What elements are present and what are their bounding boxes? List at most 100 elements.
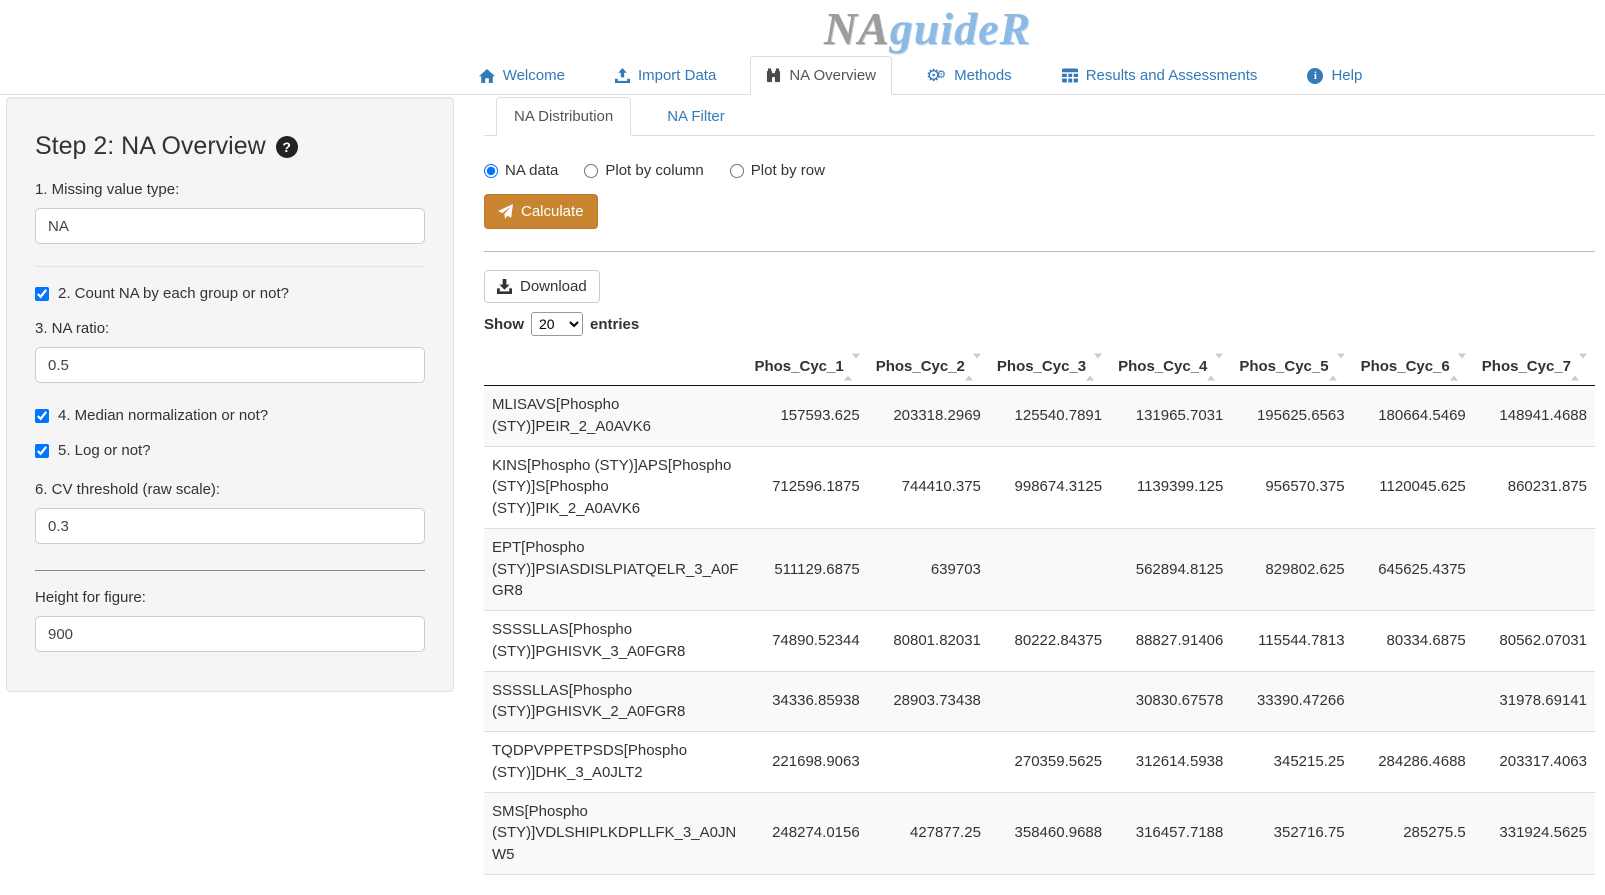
value-cell: 744410.375 bbox=[868, 446, 989, 528]
calculate-button-label: Calculate bbox=[521, 203, 584, 220]
value-cell: 511129.6875 bbox=[746, 528, 867, 610]
sort-desc-icon bbox=[1094, 353, 1102, 375]
column-header-label: Phos_Cyc_2 bbox=[876, 358, 965, 375]
value-cell: 74890.52344 bbox=[746, 611, 867, 672]
value-cell: 80562.07031 bbox=[1474, 611, 1595, 672]
sort-carets-icon[interactable] bbox=[1207, 358, 1223, 375]
sidebar-divider-dark bbox=[35, 570, 425, 571]
radio-na-data[interactable]: NA data bbox=[484, 162, 558, 179]
nav-label: Welcome bbox=[503, 67, 565, 84]
value-cell: 312614.5938 bbox=[1110, 732, 1231, 793]
figure-height-input[interactable] bbox=[35, 616, 425, 652]
entries-label: entries bbox=[590, 316, 639, 333]
value-cell: 34336.85938 bbox=[746, 671, 867, 732]
nav-tab-na-overview[interactable]: NA Overview bbox=[750, 56, 892, 94]
value-cell: 860231.875 bbox=[1474, 446, 1595, 528]
table-header: Phos_Cyc_1 Phos_Cyc_2 Phos_Cyc_3 Phos_Cyc_4… bbox=[484, 348, 1595, 386]
radio-plot-by-row-input[interactable] bbox=[730, 164, 744, 178]
radio-plot-by-column-input[interactable] bbox=[584, 164, 598, 178]
app-header: NAguideR bbox=[125, 0, 1605, 56]
question-circle-icon[interactable]: ? bbox=[276, 136, 298, 158]
value-cell: 316457.7188 bbox=[1110, 792, 1231, 874]
sort-carets-icon[interactable] bbox=[965, 358, 981, 375]
download-button[interactable]: Download bbox=[484, 270, 600, 303]
main-nav: Welcome Import Data NA Overview bbox=[0, 56, 1605, 95]
sort-asc-icon bbox=[1207, 358, 1215, 380]
value-cell: 30830.67578 bbox=[1110, 671, 1231, 732]
value-cell: 195625.6563 bbox=[1231, 386, 1352, 447]
row-id-cell: SSSSLLAS[Phospho (STY)]PGHISVK_3_A0FGR8 bbox=[484, 611, 746, 672]
log-or-not-checkbox[interactable] bbox=[35, 444, 49, 458]
nav-tab-import-data[interactable]: Import Data bbox=[599, 56, 732, 94]
na-ratio-input[interactable] bbox=[35, 347, 425, 383]
calculate-button[interactable]: Calculate bbox=[484, 194, 598, 229]
sort-asc-icon bbox=[1571, 358, 1579, 380]
value-cell: 331924.5625 bbox=[1474, 792, 1595, 874]
value-cell: 131965.7031 bbox=[1110, 386, 1231, 447]
cv-threshold-label: 6. CV threshold (raw scale): bbox=[35, 481, 425, 498]
value-cell: 639703 bbox=[868, 528, 989, 610]
cv-threshold-input[interactable] bbox=[35, 508, 425, 544]
radio-na-data-input[interactable] bbox=[484, 164, 498, 178]
table-row: SSSSLLAS[Phospho (STY)]PGHISVK_2_A0FGR83… bbox=[484, 671, 1595, 732]
tab-na-filter[interactable]: NA Filter bbox=[649, 97, 743, 136]
row-id-cell: TQDPVPPETPSDS[Phospho (STY)]DHK_3_A0JLT2 bbox=[484, 732, 746, 793]
value-cell: 956570.375 bbox=[1231, 446, 1352, 528]
table-icon bbox=[1062, 68, 1078, 83]
sort-carets-icon[interactable] bbox=[844, 358, 860, 375]
radio-plot-by-row[interactable]: Plot by row bbox=[730, 162, 825, 179]
column-header-phos_cyc_1[interactable]: Phos_Cyc_1 bbox=[746, 348, 867, 386]
nav-tab-results-assessments[interactable]: Results and Assessments bbox=[1046, 56, 1274, 94]
sort-carets-icon[interactable] bbox=[1450, 358, 1466, 375]
sidebar-title: Step 2: NA Overview ? bbox=[35, 132, 425, 161]
column-header-phos_cyc_5[interactable]: Phos_Cyc_5 bbox=[1231, 348, 1352, 386]
value-cell bbox=[989, 671, 1110, 732]
table-row: MLISAVS[Phospho (STY)]PEIR_2_A0AVK615759… bbox=[484, 386, 1595, 447]
nav-tab-welcome[interactable]: Welcome bbox=[463, 56, 581, 94]
sort-carets-icon[interactable] bbox=[1571, 358, 1587, 375]
sort-desc-icon bbox=[973, 353, 981, 375]
column-header-phos_cyc_4[interactable]: Phos_Cyc_4 bbox=[1110, 348, 1231, 386]
home-icon bbox=[479, 69, 495, 83]
column-header-label: Phos_Cyc_6 bbox=[1361, 358, 1450, 375]
column-header-phos_cyc_2[interactable]: Phos_Cyc_2 bbox=[868, 348, 989, 386]
median-normalization-checkbox[interactable] bbox=[35, 409, 49, 423]
page-size-select[interactable]: 20 bbox=[531, 312, 583, 336]
value-cell: 285275.5 bbox=[1353, 792, 1474, 874]
row-header-column[interactable] bbox=[484, 348, 746, 386]
value-cell: 31978.69141 bbox=[1474, 671, 1595, 732]
column-header-phos_cyc_3[interactable]: Phos_Cyc_3 bbox=[989, 348, 1110, 386]
value-cell: 829802.625 bbox=[1231, 528, 1352, 610]
column-header-phos_cyc_6[interactable]: Phos_Cyc_6 bbox=[1353, 348, 1474, 386]
sort-desc-icon bbox=[852, 353, 860, 375]
tab-na-distribution[interactable]: NA Distribution bbox=[496, 97, 631, 136]
column-header-label: Phos_Cyc_5 bbox=[1239, 358, 1328, 375]
logo-text-guider: guideR bbox=[890, 3, 1031, 54]
value-cell: 80801.82031 bbox=[868, 611, 989, 672]
sort-asc-icon bbox=[965, 358, 973, 380]
nav-label: Results and Assessments bbox=[1086, 67, 1258, 84]
value-cell: 352716.75 bbox=[1231, 792, 1352, 874]
column-header-label: Phos_Cyc_3 bbox=[997, 358, 1086, 375]
sort-desc-icon bbox=[1579, 353, 1587, 375]
sub-tabbar: NA Distribution NA Filter bbox=[484, 97, 1595, 136]
column-header-phos_cyc_7[interactable]: Phos_Cyc_7 bbox=[1474, 348, 1595, 386]
radio-plot-by-column[interactable]: Plot by column bbox=[584, 162, 703, 179]
entries-control: Show 20 entries bbox=[484, 312, 1595, 336]
count-na-group-checkbox[interactable] bbox=[35, 287, 49, 301]
sort-carets-icon[interactable] bbox=[1086, 358, 1102, 375]
sort-carets-icon[interactable] bbox=[1329, 358, 1345, 375]
value-cell: 645625.4375 bbox=[1353, 528, 1474, 610]
median-normalization-row: 4. Median normalization or not? bbox=[35, 407, 425, 424]
nav-label: Import Data bbox=[638, 67, 716, 84]
table-row: TQDPVPPETPSDS[Phospho (STY)]DHK_3_A0JLT2… bbox=[484, 732, 1595, 793]
nav-tab-help[interactable]: i Help bbox=[1291, 56, 1378, 94]
value-cell bbox=[989, 528, 1110, 610]
nav-tab-methods[interactable]: ⚙⚙ Methods bbox=[910, 56, 1028, 94]
paper-plane-icon bbox=[498, 204, 513, 219]
value-cell: 180664.5469 bbox=[1353, 386, 1474, 447]
row-id-cell: EPT[Phospho (STY)]PSIASDISLPIATQELR_3_A0… bbox=[484, 528, 746, 610]
nav-label: Methods bbox=[954, 67, 1012, 84]
table-row: KINS[Phospho (STY)]APS[Phospho (STY)]S[P… bbox=[484, 446, 1595, 528]
missing-value-type-input[interactable] bbox=[35, 208, 425, 244]
